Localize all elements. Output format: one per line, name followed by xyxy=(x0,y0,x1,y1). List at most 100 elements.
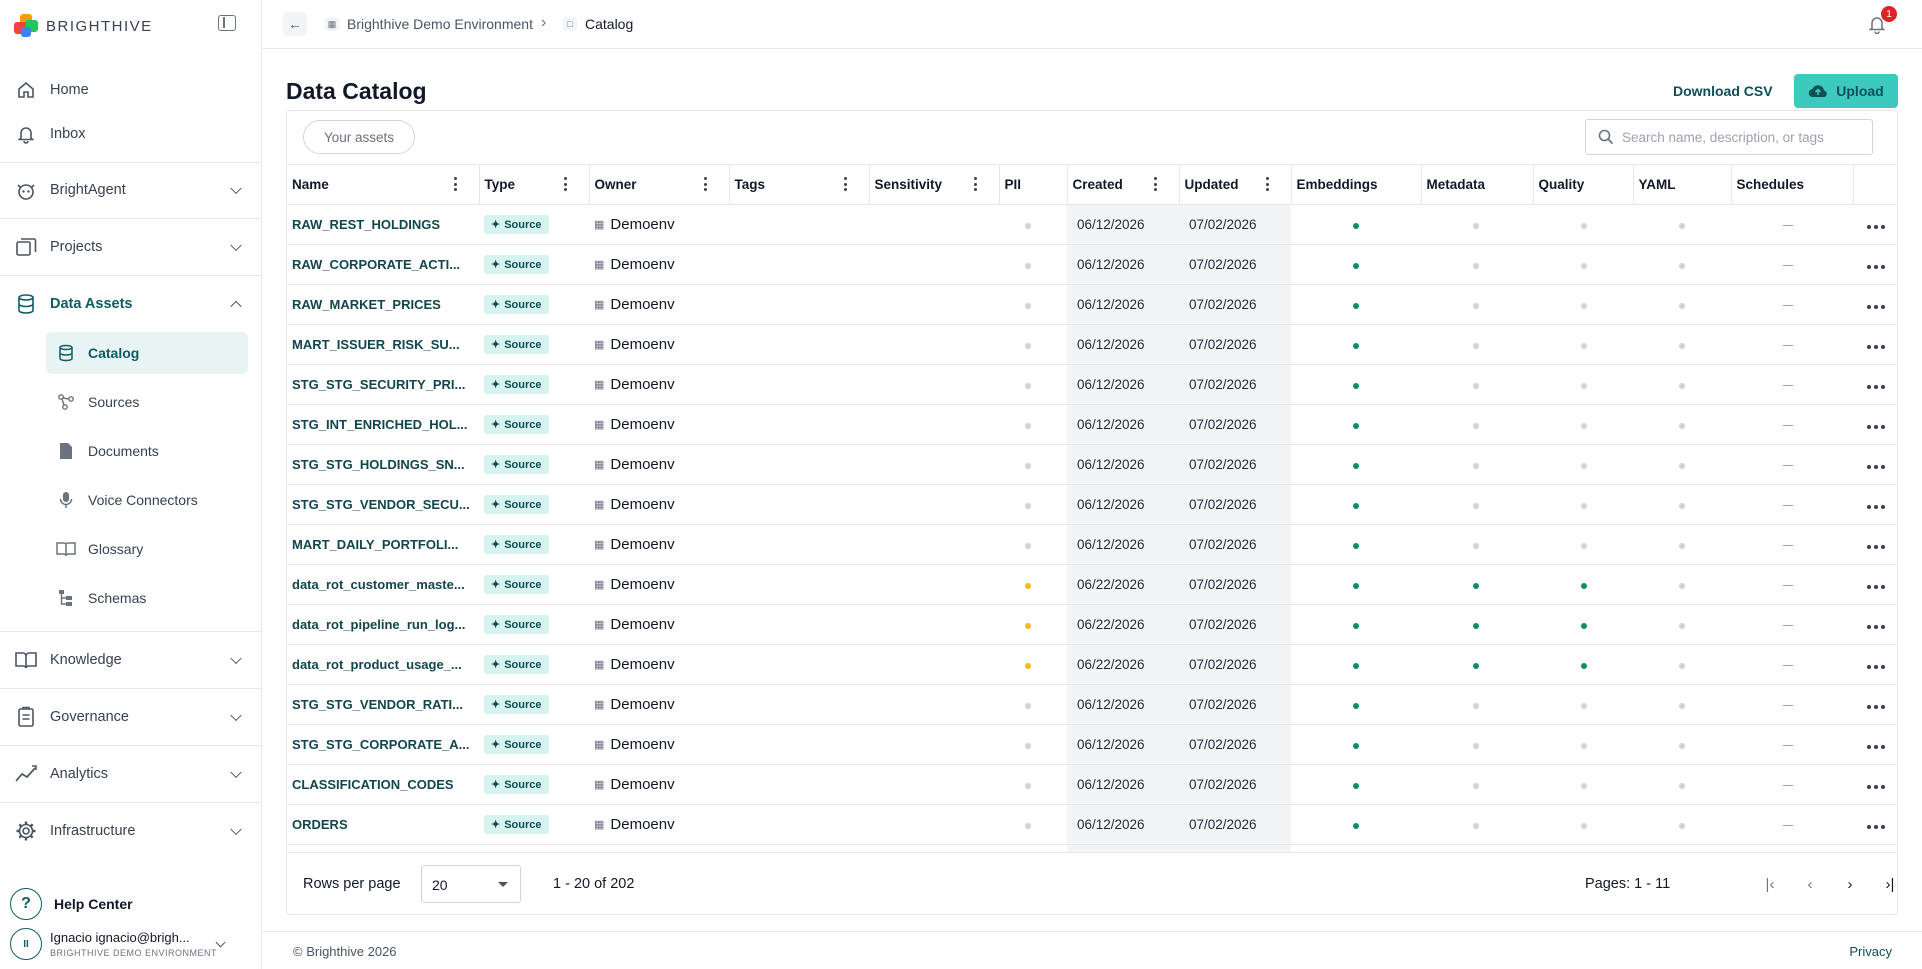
more-options-icon[interactable] xyxy=(1867,585,1885,589)
table-row[interactable]: data_rot_customer_maste... ✦ Source ▦ Demoen… xyxy=(287,564,1897,605)
sidebar-subitem-voice-connectors[interactable]: Voice Connectors xyxy=(46,479,248,521)
sidebar-item-governance[interactable]: Governance xyxy=(0,695,262,739)
column-menu-icon[interactable] xyxy=(453,177,457,191)
sidebar-subitem-sources[interactable]: Sources xyxy=(46,381,248,423)
asset-name-link[interactable]: CLASSIFICATION_CODES xyxy=(287,764,479,805)
first-page-icon[interactable]: |‹ xyxy=(1757,871,1783,897)
asset-name-link[interactable]: ORDERS xyxy=(287,804,479,845)
table-row[interactable]: ORDERS ✦ Source ▦ Demoenv 06/12/2026 07/02/202… xyxy=(287,804,1897,845)
more-options-icon[interactable] xyxy=(1867,305,1885,309)
download-csv-button[interactable]: Download CSV xyxy=(1661,76,1785,106)
column-header-pii[interactable]: PII xyxy=(999,164,1068,205)
table-row[interactable]: MART_DAILY_PORTFOLI... ✦ Source ▦ Demoenv 06/… xyxy=(287,524,1897,565)
more-options-icon[interactable] xyxy=(1867,345,1885,349)
column-header-type[interactable]: Type xyxy=(479,164,590,205)
table-row[interactable]: STG_STG_VENDOR_RATI... ✦ Source ▦ Demoenv 06/… xyxy=(287,684,1897,725)
column-header-tags[interactable]: Tags xyxy=(729,164,870,205)
table-row[interactable]: RAW_MARKET_PRICES ✦ Source ▦ Demoenv 06/12/20… xyxy=(287,284,1897,325)
sidebar-item-knowledge[interactable]: Knowledge xyxy=(0,638,262,682)
column-header-embeddings[interactable]: Embeddings xyxy=(1291,164,1422,205)
table-row[interactable]: RAW_CORPORATE_ACTI... ✦ Source ▦ Demoenv 06/1… xyxy=(287,244,1897,285)
sidebar-subitem-schemas[interactable]: Schemas xyxy=(46,577,248,619)
table-row[interactable]: MART_ISSUER_RISK_SU... ✦ Source ▦ Demoenv 06/… xyxy=(287,324,1897,365)
column-header-name[interactable]: Name xyxy=(287,164,480,205)
asset-name-link[interactable]: STG_INT_ENRICHED_HOL... xyxy=(287,404,479,445)
sidebar-item-analytics[interactable]: Analytics xyxy=(0,752,262,796)
column-menu-icon[interactable] xyxy=(703,177,707,191)
sidebar-collapse-icon[interactable] xyxy=(218,15,236,31)
sidebar-item-projects[interactable]: Projects xyxy=(0,225,262,269)
asset-name-link[interactable]: data_rot_pipeline_run_log... xyxy=(287,604,479,645)
more-options-icon[interactable] xyxy=(1867,225,1885,229)
asset-name-link[interactable]: MART_DAILY_PORTFOLI... xyxy=(287,524,479,565)
asset-name-link[interactable]: STG_STG_HOLDINGS_SN... xyxy=(287,444,479,485)
asset-name-link[interactable]: data_rot_customer_maste... xyxy=(287,564,479,605)
asset-name-link[interactable]: RAW_MARKET_PRICES xyxy=(287,284,479,325)
more-options-icon[interactable] xyxy=(1867,425,1885,429)
column-header-sensitivity[interactable]: Sensitivity xyxy=(869,164,1000,205)
column-header-schedules[interactable]: Schedules xyxy=(1731,164,1854,205)
next-page-icon[interactable]: › xyxy=(1837,871,1863,897)
more-options-icon[interactable] xyxy=(1867,665,1885,669)
more-options-icon[interactable] xyxy=(1867,505,1885,509)
your-assets-filter[interactable]: Your assets xyxy=(303,120,416,154)
table-row[interactable]: STG_STG_VENDOR_SECU... ✦ Source ▦ Demoenv 06/… xyxy=(287,484,1897,525)
more-options-icon[interactable] xyxy=(1867,785,1885,789)
column-header-created[interactable]: Created xyxy=(1067,164,1180,205)
more-options-icon[interactable] xyxy=(1867,745,1885,749)
user-menu[interactable]: II Ignacio ignacio@brigh... BRIGHTHIVE D… xyxy=(10,926,250,966)
table-row[interactable]: STG_INT_ENRICHED_HOL... ✦ Source ▦ Demoenv 06… xyxy=(287,404,1897,445)
column-header-updated[interactable]: Updated xyxy=(1179,164,1292,205)
sidebar-subitem-glossary[interactable]: Glossary xyxy=(46,528,248,570)
asset-name-link[interactable]: STG_STG_SECURITY_PRI... xyxy=(287,364,479,405)
more-options-icon[interactable] xyxy=(1867,385,1885,389)
column-menu-icon[interactable] xyxy=(563,177,567,191)
back-button[interactable]: ← xyxy=(283,12,307,36)
table-row[interactable]: data_rot_pipeline_run_log... ✦ Source ▦ Demo… xyxy=(287,604,1897,645)
column-header-quality[interactable]: Quality xyxy=(1533,164,1634,205)
asset-name-link[interactable]: STG_STG_VENDOR_RATI... xyxy=(287,684,479,725)
column-menu-icon[interactable] xyxy=(1153,177,1157,191)
sidebar-subitem-documents[interactable]: Documents xyxy=(46,430,248,472)
asset-name-link[interactable]: RAW_CORPORATE_ACTI... xyxy=(287,244,479,285)
rows-per-page-select[interactable]: 20 xyxy=(421,865,521,903)
sidebar-item-inbox[interactable]: Inbox xyxy=(0,112,262,156)
sidebar-item-data-assets[interactable]: Data Assets xyxy=(0,282,262,326)
asset-name-link[interactable]: data_rot_product_usage_... xyxy=(287,644,479,685)
more-options-icon[interactable] xyxy=(1867,465,1885,469)
column-menu-icon[interactable] xyxy=(973,177,977,191)
privacy-link[interactable]: Privacy xyxy=(1849,944,1892,959)
table-row[interactable]: STG_STG_SECURITY_PRI... ✦ Source ▦ Demoenv 06… xyxy=(287,364,1897,405)
sidebar-subitem-catalog[interactable]: Catalog xyxy=(46,332,248,374)
previous-page-icon[interactable]: ‹ xyxy=(1797,871,1823,897)
more-options-icon[interactable] xyxy=(1867,545,1885,549)
brand-logo[interactable]: BRIGHTHIVE xyxy=(14,14,153,38)
notifications-button[interactable]: 1 xyxy=(1868,6,1897,36)
more-options-icon[interactable] xyxy=(1867,705,1885,709)
column-menu-icon[interactable] xyxy=(1265,177,1269,191)
table-row[interactable]: STG_STG_HOLDINGS_SN... ✦ Source ▦ Demoenv 06/… xyxy=(287,444,1897,485)
last-page-icon[interactable]: ›| xyxy=(1877,871,1897,897)
sidebar-item-infrastructure[interactable]: Infrastructure xyxy=(0,809,262,853)
table-row[interactable]: RAW_REST_HOLDINGS ✦ Source ▦ Demoenv 06/12/20… xyxy=(287,204,1897,245)
asset-name-link[interactable]: STG_STG_CORPORATE_A... xyxy=(287,724,479,765)
column-header-owner[interactable]: Owner xyxy=(589,164,730,205)
more-options-icon[interactable] xyxy=(1867,625,1885,629)
column-menu-icon[interactable] xyxy=(843,177,847,191)
sidebar-item-home[interactable]: Home xyxy=(0,68,262,112)
column-header-yaml[interactable]: YAML xyxy=(1633,164,1732,205)
sidebar-item-brightagent[interactable]: BrightAgent xyxy=(0,168,262,212)
breadcrumb-catalog[interactable]: □ Catalog xyxy=(563,16,633,32)
more-options-icon[interactable] xyxy=(1867,265,1885,269)
table-row[interactable]: CLASSIFICATION_CODES ✦ Source ▦ Demoenv 06/12… xyxy=(287,764,1897,805)
upload-button[interactable]: Upload xyxy=(1794,74,1898,108)
breadcrumb-environment[interactable]: ▦ Brighthive Demo Environment xyxy=(325,16,533,32)
search-input[interactable] xyxy=(1622,129,1862,145)
more-options-icon[interactable] xyxy=(1867,825,1885,829)
asset-name-link[interactable]: MART_ISSUER_RISK_SU... xyxy=(287,324,479,365)
table-row[interactable]: STG_STG_CORPORATE_A... ✦ Source ▦ Demoenv 06/… xyxy=(287,724,1897,765)
table-row[interactable]: data_rot_product_usage_... ✦ Source ▦ Demoen… xyxy=(287,644,1897,685)
asset-name-link[interactable]: STG_STG_VENDOR_SECU... xyxy=(287,484,479,525)
column-header-metadata[interactable]: Metadata xyxy=(1421,164,1534,205)
help-center-link[interactable]: ? Help Center xyxy=(10,888,133,920)
